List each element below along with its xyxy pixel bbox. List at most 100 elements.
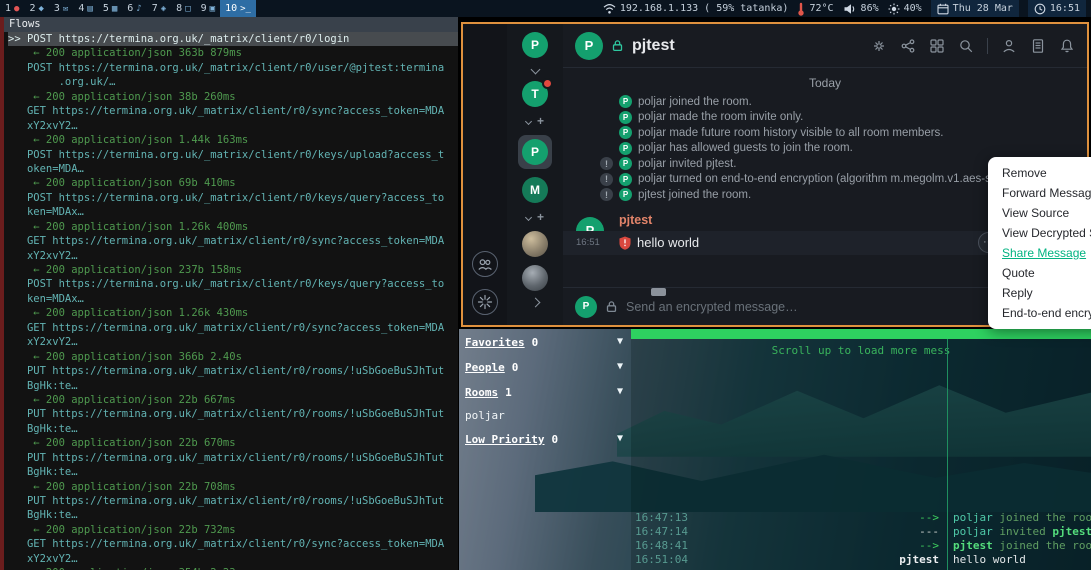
flow-line[interactable]: PUT https://termina.org.uk/_matrix/clien… (8, 494, 458, 508)
flow-line[interactable]: ← 200 application/json 69b 410ms (8, 176, 458, 190)
flow-line[interactable]: oken=MDA… (8, 162, 458, 176)
flow-line[interactable]: ← 200 application/json 1.44k 163ms (8, 133, 458, 147)
flow-line[interactable]: ← 200 application/json 366b 2.40s (8, 350, 458, 364)
buffer-group[interactable]: Favorites0 ▼ (465, 336, 625, 350)
section-header-people[interactable]: + (526, 211, 544, 223)
flow-line[interactable]: ← 200 application/json 354b 2.23s (8, 566, 458, 570)
flow-line[interactable]: GET https://termina.org.uk/_matrix/clien… (8, 104, 458, 118)
workspace-button[interactable]: 8 □ (171, 0, 195, 17)
room-avatar-m[interactable]: M (522, 177, 548, 203)
workspace-button[interactable]: 7 ◈ (147, 0, 171, 17)
workspace-button[interactable]: 4 ▤ (73, 0, 97, 17)
context-menu-item[interactable]: Quote (988, 263, 1091, 283)
room-avatar-selected[interactable]: P (518, 135, 552, 169)
flow-line[interactable]: ← 200 application/json 237b 158ms (8, 263, 458, 277)
workspace-button[interactable]: 6 ♪ (122, 0, 146, 17)
room-settings-icon[interactable] (871, 38, 887, 54)
context-menu-item[interactable]: Reply (988, 283, 1091, 303)
settings-asterisk-button[interactable] (472, 289, 498, 315)
buffer-group-header[interactable]: Rooms1 ▼ (465, 386, 625, 400)
context-menu-item[interactable]: View Decrypted S (988, 223, 1091, 243)
room-avatar-photo[interactable] (522, 265, 548, 291)
workspace-button[interactable]: 2 ◆ (24, 0, 48, 17)
add-room-icon[interactable]: + (537, 211, 544, 223)
flow-line[interactable]: POST https://termina.org.uk/_matrix/clie… (8, 277, 458, 291)
flow-line[interactable]: BgHk:te… (8, 379, 458, 393)
collapse-arrow-icon[interactable]: ▼ (617, 361, 623, 372)
buffer-group[interactable]: People0 ▼ (465, 361, 625, 375)
flow-line[interactable]: xY2xvY2… (8, 552, 458, 566)
flow-line[interactable]: ← 200 application/json 22b 708ms (8, 480, 458, 494)
workspace-button[interactable]: 1 ● (0, 0, 24, 17)
buffer-item[interactable]: poljar (465, 409, 625, 422)
composer-placeholder[interactable]: Send an encrypted message… (626, 300, 798, 314)
flow-line[interactable]: >> POST https://termina.org.uk/_matrix/c… (8, 32, 458, 46)
share-icon[interactable] (900, 38, 916, 54)
collapse-arrow-icon[interactable]: ▼ (617, 336, 623, 347)
members-icon[interactable] (1001, 38, 1017, 54)
workspace-button[interactable]: 9 ▣ (196, 0, 220, 17)
state-event-text: poljar has allowed guests to join the ro… (638, 142, 853, 154)
add-room-icon[interactable]: + (537, 115, 544, 127)
expand-panel-icon[interactable] (530, 298, 540, 308)
flow-line[interactable]: ← 200 application/json 22b 732ms (8, 523, 458, 537)
flow-line[interactable]: ← 200 application/json 1.26k 430ms (8, 306, 458, 320)
flow-line[interactable]: POST https://termina.org.uk/_matrix/clie… (8, 61, 458, 75)
buffer-group-name[interactable]: People (465, 361, 505, 374)
collapse-arrow-icon[interactable]: ▼ (617, 433, 623, 444)
members-browse-button[interactable] (472, 251, 498, 277)
flow-line[interactable]: GET https://termina.org.uk/_matrix/clien… (8, 234, 458, 248)
buffer-group-name[interactable]: Favorites (465, 336, 525, 349)
buffer-group[interactable]: Rooms1 ▼ poljar (465, 386, 625, 422)
flow-line[interactable]: POST https://termina.org.uk/_matrix/clie… (8, 148, 458, 162)
buffer-group-header[interactable]: Low Priority0 ▼ (465, 433, 625, 447)
context-menu-item[interactable]: End-to-end encry (988, 303, 1091, 323)
flow-line[interactable]: GET https://termina.org.uk/_matrix/clien… (8, 321, 458, 335)
flow-line[interactable]: BgHk:te… (8, 465, 458, 479)
flow-line[interactable]: BgHk:te… (8, 508, 458, 522)
room-avatar[interactable]: P (575, 32, 603, 60)
buffer-group[interactable]: Low Priority0 ▼ (465, 433, 625, 447)
flow-line[interactable]: PUT https://termina.org.uk/_matrix/clien… (8, 451, 458, 465)
info-icon: ! (600, 173, 613, 186)
room-avatar-photo[interactable] (522, 231, 548, 257)
flow-line[interactable]: ← 200 application/json 38b 260ms (8, 90, 458, 104)
workspace-button[interactable]: 10 >_ (220, 0, 256, 17)
flow-line[interactable]: ken=MDAx… (8, 292, 458, 306)
workspace-button[interactable]: 5 ▦ (98, 0, 122, 17)
buffer-group-name[interactable]: Low Priority (465, 433, 544, 446)
flow-line[interactable]: PUT https://termina.org.uk/_matrix/clien… (8, 364, 458, 378)
room-avatar-t[interactable]: T (522, 81, 548, 107)
flow-line[interactable]: ← 200 application/json 363b 879ms (8, 46, 458, 60)
header-icons (871, 38, 1075, 54)
network-status: 192.168.1.133 ( 59% tatanka) (603, 0, 789, 17)
flow-line[interactable]: ← 200 application/json 1.26k 400ms (8, 220, 458, 234)
collapse-arrow-icon[interactable]: ▼ (617, 386, 623, 397)
context-menu-item[interactable]: View Source (988, 203, 1091, 223)
buffer-group-header[interactable]: Favorites0 ▼ (465, 336, 625, 350)
user-avatar[interactable]: P (522, 32, 548, 58)
flow-line[interactable]: GET https://termina.org.uk/_matrix/clien… (8, 537, 458, 551)
buffer-group-header[interactable]: People0 ▼ (465, 361, 625, 375)
apps-grid-icon[interactable] (929, 38, 945, 54)
context-menu-item[interactable]: Forward Message (988, 183, 1091, 203)
context-menu-item[interactable]: Share Message (988, 243, 1091, 263)
flow-line[interactable]: PUT https://termina.org.uk/_matrix/clien… (8, 407, 458, 421)
buffer-group-name[interactable]: Rooms (465, 386, 498, 399)
context-menu-item[interactable]: Remove (988, 163, 1091, 183)
files-icon[interactable] (1030, 38, 1046, 54)
flow-line[interactable]: xY2xvY2… (8, 249, 458, 263)
flow-line[interactable]: POST https://termina.org.uk/_matrix/clie… (8, 191, 458, 205)
flow-line[interactable]: ← 200 application/json 22b 670ms (8, 436, 458, 450)
flow-line[interactable]: ← 200 application/json 22b 667ms (8, 393, 458, 407)
chevron-down-icon[interactable] (530, 65, 540, 75)
flow-line[interactable]: xY2xvY2… (8, 119, 458, 133)
search-icon[interactable] (958, 38, 974, 54)
flow-line[interactable]: xY2xvY2… (8, 335, 458, 349)
section-header-rooms[interactable]: + (526, 115, 544, 127)
workspace-button[interactable]: 3 ✉ (49, 0, 73, 17)
flow-line[interactable]: .org.uk/… (8, 75, 458, 89)
flow-line[interactable]: BgHk:te… (8, 422, 458, 436)
notifications-bell-icon[interactable] (1059, 38, 1075, 54)
flow-line[interactable]: ken=MDAx… (8, 205, 458, 219)
